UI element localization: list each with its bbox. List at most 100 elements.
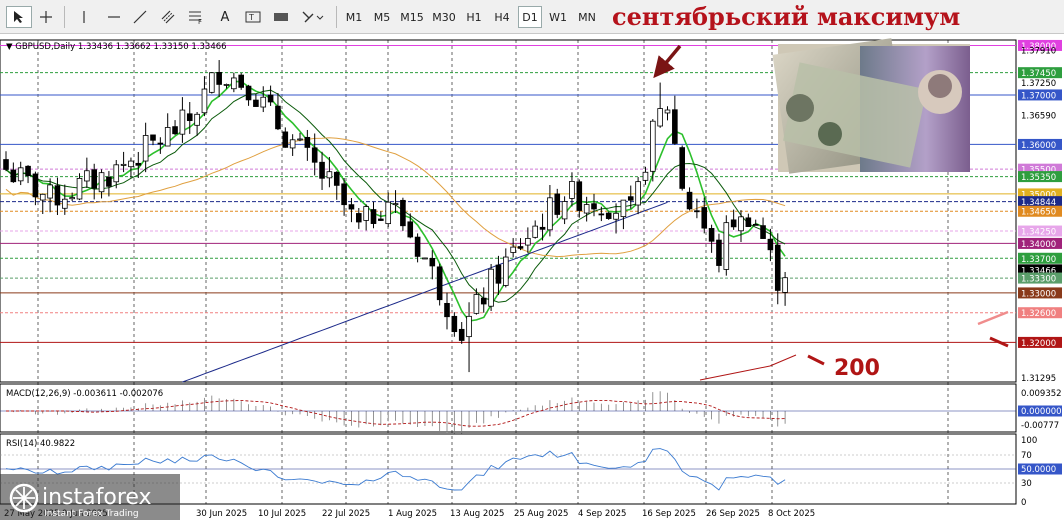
candle-body	[84, 170, 90, 182]
price-label: 1.33300	[1021, 275, 1056, 285]
candle-body	[54, 185, 61, 206]
timeframe-h4[interactable]: H4	[490, 6, 514, 28]
date-label: 16 Sep 2025	[642, 509, 696, 519]
vertical-line-icon[interactable]	[72, 6, 96, 28]
crosshair-icon[interactable]	[34, 6, 58, 28]
trendline-icon[interactable]	[128, 6, 152, 28]
candle-body	[458, 328, 465, 341]
svg-text:T: T	[248, 13, 254, 22]
candle-body	[216, 71, 222, 85]
candle-body	[694, 210, 700, 213]
price-label: 1.33700	[1021, 255, 1056, 265]
timeframe-m1[interactable]: M1	[342, 6, 366, 28]
candle-body	[517, 246, 524, 249]
candle-body	[473, 294, 480, 314]
chart-header: ▼ GBPUSD,Daily 1.33436 1.33662 1.33150 1…	[6, 42, 227, 52]
candle-body	[194, 113, 200, 126]
candle-body	[150, 134, 156, 141]
candle-body	[532, 225, 538, 238]
candle-body	[128, 160, 134, 168]
timeframe-h1[interactable]: H1	[462, 6, 486, 28]
candle-body	[502, 256, 509, 286]
macd-label: 0.009352	[1021, 389, 1062, 399]
candle-body	[142, 135, 149, 162]
price-label: 1.34250	[1021, 228, 1056, 238]
rsi-label: 50.0000	[1021, 465, 1056, 475]
channel-icon[interactable]	[156, 6, 180, 28]
candle-body	[25, 165, 31, 177]
label-icon[interactable]: T	[242, 6, 264, 28]
candle-body	[664, 109, 671, 114]
candle-body	[569, 180, 575, 199]
timeframe-m30[interactable]: M30	[430, 6, 458, 28]
price-label: 1.32600	[1021, 309, 1056, 319]
text-icon[interactable]: A	[214, 6, 236, 28]
candle-body	[172, 126, 178, 135]
candle-body	[297, 138, 303, 141]
toolbar-separator	[336, 6, 337, 28]
timeframe-m15[interactable]: M15	[398, 6, 426, 28]
candle-body	[238, 74, 245, 88]
candle-body	[561, 201, 568, 220]
candle-body	[341, 183, 347, 206]
candle-body	[782, 277, 788, 293]
date-label: 1 Aug 2025	[388, 509, 437, 519]
candle-body	[745, 217, 752, 227]
rectangle-icon[interactable]	[270, 6, 292, 28]
candle-body	[400, 199, 406, 227]
candle-body	[304, 136, 311, 148]
candle-body	[429, 258, 436, 267]
price-label: 1.32000	[1021, 339, 1056, 349]
date-label: 25 Aug 2025	[514, 509, 568, 519]
horizontal-line-icon[interactable]	[102, 6, 126, 28]
ma-200-line	[699, 354, 797, 381]
price-chart[interactable]: 1.380001.379101.374501.372501.370001.365…	[0, 34, 1064, 522]
candle-body	[444, 302, 450, 318]
candle-body	[480, 297, 487, 305]
timeframe-d1[interactable]: D1	[518, 6, 542, 28]
annotation-title: сентябрьский максимум	[612, 2, 961, 31]
candle-body	[767, 238, 774, 251]
timeframe-m5[interactable]: M5	[370, 6, 394, 28]
candle-body	[363, 206, 369, 221]
macd-label: 0.000000	[1021, 407, 1062, 417]
candle-body	[554, 193, 561, 215]
fibonacci-icon[interactable]: F	[184, 6, 208, 28]
candle-body	[488, 268, 494, 307]
candle-body	[672, 109, 678, 144]
price-label: 1.37910	[1021, 46, 1056, 56]
timeframe-w1[interactable]: W1	[546, 6, 570, 28]
candle-body	[723, 222, 730, 270]
candle-body	[414, 236, 421, 257]
date-label: 4 Sep 2025	[578, 509, 626, 519]
candle-body	[10, 169, 17, 183]
candle-body	[539, 226, 546, 230]
candle-body	[3, 159, 9, 170]
candle-body	[47, 184, 53, 199]
candle-body	[436, 266, 443, 301]
candle-body	[510, 246, 516, 253]
candle-body	[760, 225, 766, 239]
currency-photo	[772, 38, 970, 174]
chart-area[interactable]: 1.38000 1.37910 1.37450 1.37250 1.37000 1.365…	[0, 34, 1064, 522]
candle-body	[253, 99, 259, 107]
candle-body	[642, 171, 649, 181]
candle-body	[282, 131, 289, 148]
shapes-icon[interactable]	[298, 6, 328, 28]
candle-body	[576, 181, 583, 211]
candle-body	[91, 169, 98, 189]
rsi-label: 0	[1021, 498, 1026, 508]
candle-body	[752, 223, 759, 226]
date-label: 10 Jul 2025	[258, 509, 306, 519]
candle-body	[650, 120, 656, 172]
candle-body	[113, 164, 120, 183]
timeframe-mn[interactable]: MN	[574, 6, 600, 28]
macd-label: -0.00777	[1021, 421, 1059, 431]
cursor-icon[interactable]	[6, 6, 32, 28]
candle-body	[157, 142, 164, 145]
candle-body	[355, 213, 362, 223]
price-label: 1.37450	[1021, 69, 1056, 79]
candle-body	[32, 173, 39, 198]
candle-body	[62, 198, 68, 209]
candle-body	[348, 204, 355, 210]
